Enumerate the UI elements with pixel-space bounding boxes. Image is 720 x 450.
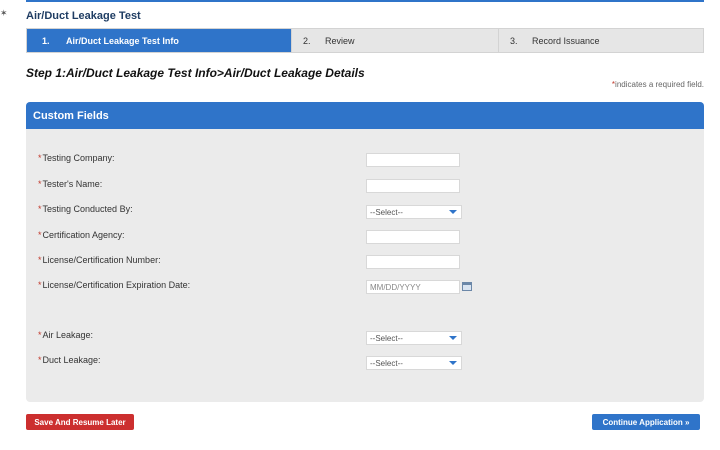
air-leakage-label: *Air Leakage:: [38, 330, 93, 340]
license-number-label: *License/Certification Number:: [38, 255, 161, 265]
select-value: --Select--: [370, 358, 403, 368]
calendar-icon[interactable]: [462, 282, 472, 291]
chevron-down-icon: [449, 361, 457, 365]
step-1-tab[interactable]: 1. Air/Duct Leakage Test Info: [27, 29, 292, 52]
certification-agency-label: *Certification Agency:: [38, 230, 125, 240]
step-number: 2.: [303, 35, 311, 46]
select-value: --Select--: [370, 207, 403, 217]
step-label: Record Issuance: [532, 35, 600, 46]
save-and-resume-button[interactable]: Save And Resume Later: [26, 414, 134, 430]
certification-agency-input[interactable]: [366, 230, 460, 244]
expiration-date-input[interactable]: [366, 280, 460, 294]
label-text: Testing Conducted By:: [42, 204, 133, 214]
panel-header: Custom Fields: [26, 102, 704, 129]
required-star: *: [38, 230, 42, 240]
testing-company-input[interactable]: [366, 153, 460, 167]
step-progress-bar: 1. Air/Duct Leakage Test Info 2. Review …: [26, 28, 704, 53]
required-field-note: *indicates a required field.: [612, 80, 704, 89]
label-text: Testing Company:: [42, 153, 115, 163]
required-star: *: [38, 255, 42, 265]
duct-leakage-label: *Duct Leakage:: [38, 355, 101, 365]
required-star: *: [38, 280, 42, 290]
chevron-down-icon: [449, 210, 457, 214]
required-note-text: indicates a required field.: [615, 80, 704, 89]
required-star: *: [38, 204, 42, 214]
testing-conducted-by-select[interactable]: --Select--: [366, 205, 462, 219]
testers-name-label: *Tester's Name:: [38, 179, 102, 189]
required-star: *: [38, 355, 42, 365]
required-star: *: [38, 330, 42, 340]
testers-name-input[interactable]: [366, 179, 460, 193]
label-text: Tester's Name:: [42, 179, 103, 189]
top-accent-line: [26, 0, 704, 2]
step-3-tab[interactable]: 3. Record Issuance: [499, 29, 703, 52]
expiration-date-label: *License/Certification Expiration Date:: [38, 280, 190, 290]
label-text: Certification Agency:: [42, 230, 125, 240]
label-text: License/Certification Expiration Date:: [42, 280, 191, 290]
step-2-tab[interactable]: 2. Review: [292, 29, 499, 52]
air-leakage-select[interactable]: --Select--: [366, 331, 462, 345]
select-value: --Select--: [370, 333, 403, 343]
page-title: Air/Duct Leakage Test: [26, 10, 141, 22]
step-label: Review: [325, 35, 355, 46]
custom-fields-panel: Custom Fields *Testing Company: *Tester'…: [26, 102, 704, 402]
step-number: 1.: [42, 35, 50, 46]
testing-company-label: *Testing Company:: [38, 153, 115, 163]
continue-application-button[interactable]: Continue Application »: [592, 414, 700, 430]
required-star: *: [38, 179, 42, 189]
required-star: *: [38, 153, 42, 163]
step-label: Air/Duct Leakage Test Info: [66, 35, 179, 46]
step-number: 3.: [510, 35, 518, 46]
label-text: License/Certification Number:: [42, 255, 161, 265]
label-text: Air Leakage:: [42, 330, 94, 340]
duct-leakage-select[interactable]: --Select--: [366, 356, 462, 370]
license-number-input[interactable]: [366, 255, 460, 269]
step-heading: Step 1:Air/Duct Leakage Test Info>Air/Du…: [26, 66, 365, 80]
testing-conducted-by-label: *Testing Conducted By:: [38, 204, 133, 214]
chevron-down-icon: [449, 336, 457, 340]
corner-mark: ✶: [0, 8, 8, 18]
label-text: Duct Leakage:: [42, 355, 101, 365]
